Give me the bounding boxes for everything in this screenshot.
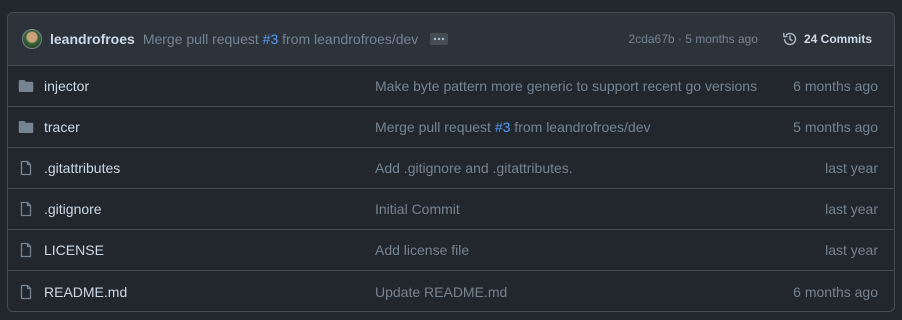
pull-request-link[interactable]: #3 (263, 31, 279, 47)
sha-separator: · (674, 32, 686, 46)
commit-author[interactable]: leandrofroes (50, 31, 135, 47)
author-avatar[interactable] (22, 29, 42, 49)
file-name[interactable]: README.md (44, 284, 375, 300)
file-name[interactable]: LICENSE (44, 242, 375, 258)
file-name[interactable]: injector (44, 78, 375, 94)
file-icon (18, 242, 34, 258)
file-icon (18, 201, 34, 217)
file-name[interactable]: .gitignore (44, 201, 375, 217)
file-row[interactable]: injector Make byte pattern more generic … (8, 66, 894, 107)
history-icon (783, 32, 797, 46)
latest-commit-bar: leandrofroes Merge pull request #3 from … (8, 13, 894, 66)
file-commit-age: last year (825, 242, 878, 258)
commit-message-suffix[interactable]: from leandrofroes/dev (510, 119, 650, 135)
commits-history-button[interactable]: 24 Commits (774, 27, 880, 51)
file-commit-age: last year (825, 160, 878, 176)
commit-sha-time: 2cda67b · 5 months ago (629, 32, 758, 46)
folder-icon (18, 119, 34, 135)
file-row[interactable]: LICENSE Add license file last year (8, 230, 894, 271)
file-icon (18, 284, 34, 300)
file-icon (18, 160, 34, 176)
commit-message-prefix[interactable]: Merge pull request (375, 119, 495, 135)
expand-commit-ellipsis-icon[interactable] (430, 33, 449, 45)
file-commit-message[interactable]: Add license file (375, 242, 825, 258)
folder-icon (18, 78, 34, 94)
file-row[interactable]: tracer Merge pull request #3 from leandr… (8, 107, 894, 148)
pull-request-link[interactable]: #3 (495, 119, 511, 135)
file-commit-age: 5 months ago (793, 119, 878, 135)
commits-count-label: 24 Commits (803, 32, 872, 46)
file-row[interactable]: .gitattributes Add .gitignore and .gitat… (8, 148, 894, 189)
file-commit-message[interactable]: Initial Commit (375, 201, 825, 217)
file-row[interactable]: README.md Update README.md 6 months ago (8, 271, 894, 311)
file-commit-message[interactable]: Make byte pattern more generic to suppor… (375, 78, 793, 94)
commit-message-prefix[interactable]: Merge pull request (143, 31, 263, 47)
file-row[interactable]: .gitignore Initial Commit last year (8, 189, 894, 230)
commit-sha[interactable]: 2cda67b (629, 32, 675, 46)
file-commit-message[interactable]: Add .gitignore and .gitattributes. (375, 160, 825, 176)
file-name[interactable]: .gitattributes (44, 160, 375, 176)
file-commit-message: Merge pull request #3 from leandrofroes/… (375, 119, 793, 135)
file-name[interactable]: tracer (44, 119, 375, 135)
file-commit-age: 6 months ago (793, 283, 878, 300)
file-commit-age: 6 months ago (793, 78, 878, 94)
file-browser: leandrofroes Merge pull request #3 from … (7, 12, 895, 312)
file-commit-message[interactable]: Update README.md (375, 284, 793, 300)
file-commit-age: last year (825, 201, 878, 217)
commit-time[interactable]: 5 months ago (685, 32, 758, 46)
latest-commit-message: Merge pull request #3 from leandrofroes/… (143, 31, 419, 47)
commit-message-suffix[interactable]: from leandrofroes/dev (278, 31, 418, 47)
